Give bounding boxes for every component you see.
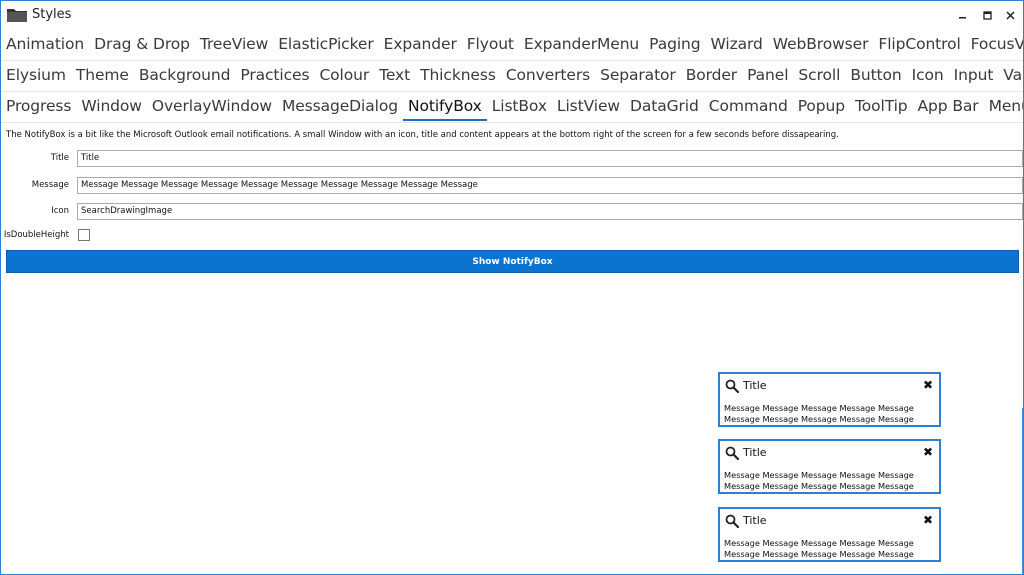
tab-row-2: Elysium Theme Background Practices Colour Tex… [1, 60, 1023, 90]
tab-thickness[interactable]: Thickness [415, 60, 501, 90]
tab-progress[interactable]: Progress [1, 91, 76, 121]
scroll-edge [1022, 408, 1023, 574]
maximize-icon [982, 10, 992, 20]
title-input[interactable]: Title [77, 150, 1023, 167]
tab-app-bar[interactable]: App Bar [913, 91, 984, 121]
tab-icon[interactable]: Icon [907, 60, 949, 90]
tab-notifybox[interactable]: NotifyBox [402, 91, 487, 121]
notify-message: Message Message Message Message Message … [724, 470, 914, 491]
tab-listview[interactable]: ListView [552, 91, 625, 121]
notify-message: Message Message Message Message Message … [724, 538, 914, 559]
notify-title: Title [743, 379, 767, 392]
tab-popup[interactable]: Popup [793, 91, 850, 121]
icon-label: Icon [51, 206, 69, 216]
notify-title: Title [743, 514, 767, 527]
tab-row-3: Progress Window OverlayWindow MessageDialog… [1, 91, 1023, 121]
tab-listbox[interactable]: ListBox [487, 91, 552, 121]
tab-panel[interactable]: Panel [742, 60, 793, 90]
close-icon [1005, 10, 1015, 20]
notify-message: Message Message Message Message Message … [724, 403, 914, 424]
tab-window[interactable]: Window [76, 91, 147, 121]
tab-drag-drop[interactable]: Drag & Drop [89, 29, 195, 59]
tab-separator[interactable]: Separator [595, 60, 681, 90]
search-icon [725, 379, 739, 393]
tab-input[interactable]: Input [949, 60, 999, 90]
tab-menuitem[interactable]: MenuItem [984, 91, 1023, 121]
tab-paging[interactable]: Paging [644, 29, 705, 59]
tab-flyout[interactable]: Flyout [462, 29, 519, 59]
tab-converters[interactable]: Converters [501, 60, 595, 90]
title-bar[interactable]: Styles [1, 1, 1023, 29]
tab-flipcontrol[interactable]: FlipControl [873, 29, 965, 59]
show-notifybox-button[interactable]: Show NotifyBox [6, 250, 1019, 273]
tab-expander[interactable]: Expander [379, 29, 462, 59]
notify-box[interactable]: Title ✖ Message Message Message Message Me… [718, 372, 941, 427]
double-height-checkbox[interactable] [78, 229, 90, 241]
tab-practices[interactable]: Practices [235, 60, 314, 90]
tab-tooltip[interactable]: ToolTip [850, 91, 913, 121]
message-label: Message [31, 180, 69, 190]
maximize-button[interactable] [976, 4, 998, 26]
double-height-label: IsDoubleHeight [3, 230, 69, 240]
close-icon[interactable]: ✖ [923, 445, 933, 459]
minimize-button[interactable] [951, 4, 973, 26]
app-window: Styles Animation Drag & Drop TreeView Elast… [0, 0, 1024, 575]
tab-messagedialog[interactable]: MessageDialog [277, 91, 403, 121]
message-input[interactable]: Message Message Message Message Message … [77, 177, 1023, 194]
minimize-icon [958, 16, 966, 18]
tab-theme[interactable]: Theme [71, 60, 134, 90]
notify-title: Title [743, 446, 767, 459]
tab-scroll[interactable]: Scroll [793, 60, 845, 90]
tab-treeview[interactable]: TreeView [195, 29, 273, 59]
close-icon[interactable]: ✖ [923, 378, 933, 392]
close-window-button[interactable] [999, 4, 1021, 26]
description-text: The NotifyBox is a bit like the Microsof… [6, 130, 839, 140]
tab-expandermenu[interactable]: ExpanderMenu [519, 29, 644, 59]
tab-animation[interactable]: Animation [1, 29, 89, 59]
notify-box[interactable]: Title ✖ Message Message Message Message Me… [718, 439, 941, 494]
tab-elasticpicker[interactable]: ElasticPicker [273, 29, 378, 59]
tab-wizard[interactable]: Wizard [706, 29, 768, 59]
tab-row-1: Animation Drag & Drop TreeView ElasticPicke… [1, 29, 1023, 59]
folder-icon [7, 9, 27, 22]
search-icon [725, 514, 739, 528]
title-label: Title [50, 153, 69, 163]
tab-button[interactable]: Button [845, 60, 906, 90]
tab-overlaywindow[interactable]: OverlayWindow [147, 91, 277, 121]
window-title: Styles [32, 7, 72, 22]
tab-validation[interactable]: Validation [998, 60, 1023, 90]
search-icon [725, 446, 739, 460]
tab-focusvisualstyle[interactable]: FocusVisualStyle [966, 29, 1023, 59]
tab-text[interactable]: Text [374, 60, 415, 90]
notify-box[interactable]: Title ✖ Message Message Message Message Me… [718, 507, 941, 562]
tab-colour[interactable]: Colour [314, 60, 374, 90]
divider [1, 122, 1023, 123]
tab-webbrowser[interactable]: WebBrowser [768, 29, 874, 59]
tab-elysium[interactable]: Elysium [1, 60, 71, 90]
icon-input[interactable]: SearchDrawingImage [77, 203, 1023, 220]
tab-command[interactable]: Command [704, 91, 793, 121]
close-icon[interactable]: ✖ [923, 513, 933, 527]
tab-datagrid[interactable]: DataGrid [625, 91, 704, 121]
tab-background[interactable]: Background [134, 60, 235, 90]
tab-border[interactable]: Border [681, 60, 742, 90]
